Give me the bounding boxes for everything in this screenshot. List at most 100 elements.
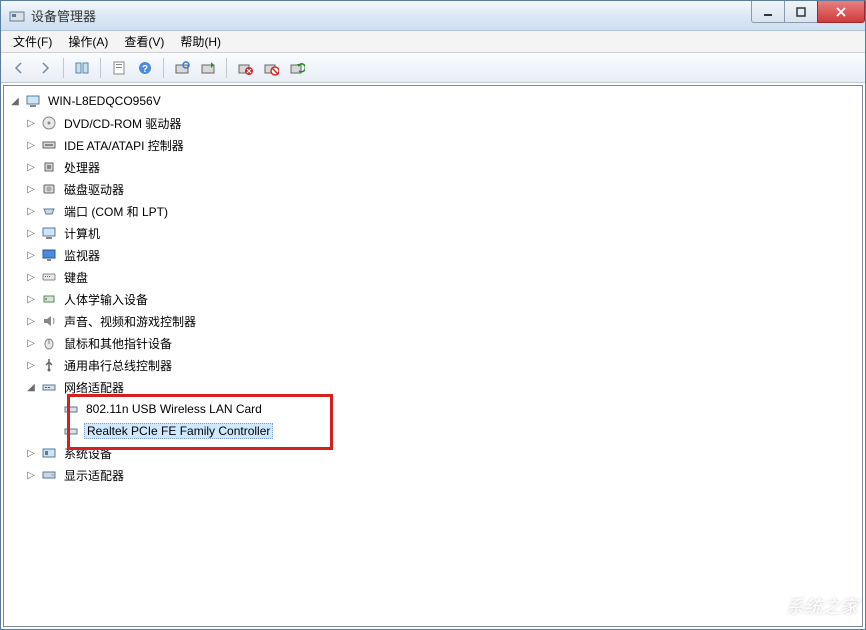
tree-node-display[interactable]: ▷ 显示适配器 xyxy=(6,464,860,486)
monitor-icon xyxy=(40,247,58,263)
tree-node-keyboard[interactable]: ▷ 键盘 xyxy=(6,266,860,288)
menu-action[interactable]: 操作(A) xyxy=(60,31,116,52)
expand-icon[interactable]: ▷ xyxy=(24,446,38,460)
expand-icon[interactable]: ▷ xyxy=(24,116,38,130)
watermark-house-icon xyxy=(744,588,780,624)
tree-node-ide[interactable]: ▷ IDE ATA/ATAPI 控制器 xyxy=(6,134,860,156)
tree-label: DVD/CD-ROM 驱动器 xyxy=(62,114,183,133)
tree-label: 处理器 xyxy=(62,158,102,177)
cpu-icon xyxy=(40,159,58,175)
toolbar-separator xyxy=(63,58,64,78)
tree-node-network[interactable]: ◢ 网络适配器 xyxy=(6,376,860,398)
expand-icon[interactable]: ▷ xyxy=(24,336,38,350)
forward-button[interactable] xyxy=(33,56,57,80)
expand-icon[interactable]: ▷ xyxy=(24,160,38,174)
tree-node-monitor[interactable]: ▷ 监视器 xyxy=(6,244,860,266)
tree-label: 声音、视频和游戏控制器 xyxy=(62,312,198,331)
maximize-button[interactable] xyxy=(784,1,818,23)
disable-button[interactable] xyxy=(259,56,283,80)
tree-label: WIN-L8EDQCO956V xyxy=(46,93,163,109)
tree-label: 人体学输入设备 xyxy=(62,290,150,309)
tree-label: 监视器 xyxy=(62,246,102,265)
tree-label: 网络适配器 xyxy=(62,378,126,397)
menu-view[interactable]: 查看(V) xyxy=(116,31,172,52)
help-button[interactable]: ? xyxy=(133,56,157,80)
tree-label: 计算机 xyxy=(62,224,102,243)
system-icon xyxy=(40,445,58,461)
menu-bar: 文件(F) 操作(A) 查看(V) 帮助(H) xyxy=(1,31,865,53)
back-button[interactable] xyxy=(7,56,31,80)
tree-label: 802.11n USB Wireless LAN Card xyxy=(84,401,264,417)
tree-label: IDE ATA/ATAPI 控制器 xyxy=(62,136,186,155)
uninstall-button[interactable] xyxy=(233,56,257,80)
watermark-text: 系统之家 xyxy=(786,593,858,619)
app-icon xyxy=(9,8,25,24)
title-bar[interactable]: 设备管理器 xyxy=(1,1,865,31)
tree-label: 键盘 xyxy=(62,268,90,287)
hid-icon xyxy=(40,291,58,307)
toolbar-separator xyxy=(226,58,227,78)
sound-icon xyxy=(40,313,58,329)
expand-icon[interactable]: ▷ xyxy=(24,292,38,306)
tree-label: 端口 (COM 和 LPT) xyxy=(62,202,170,221)
expand-icon[interactable]: ▷ xyxy=(24,248,38,262)
computer-icon xyxy=(40,225,58,241)
tree-node-usb[interactable]: ▷ 通用串行总线控制器 xyxy=(6,354,860,376)
keyboard-icon xyxy=(40,269,58,285)
toolbar-separator xyxy=(163,58,164,78)
update-driver-button[interactable] xyxy=(196,56,220,80)
tree-label: 磁盘驱动器 xyxy=(62,180,126,199)
show-hide-console-button[interactable] xyxy=(70,56,94,80)
tree-label: 显示适配器 xyxy=(62,466,126,485)
scan-hardware-button[interactable] xyxy=(170,56,194,80)
usb-icon xyxy=(40,357,58,373)
device-tree: ◢ WIN-L8EDQCO956V ▷ DVD/CD-ROM 驱动器 ▷ xyxy=(6,90,860,486)
network-icon xyxy=(40,379,58,395)
tree-node-sound[interactable]: ▷ 声音、视频和游戏控制器 xyxy=(6,310,860,332)
expand-icon[interactable]: ▷ xyxy=(24,468,38,482)
tree-node-system[interactable]: ▷ 系统设备 xyxy=(6,442,860,464)
window-title: 设备管理器 xyxy=(31,6,96,25)
collapse-icon[interactable]: ◢ xyxy=(8,94,22,108)
mouse-icon xyxy=(40,335,58,351)
collapse-icon[interactable]: ◢ xyxy=(24,380,38,394)
menu-file[interactable]: 文件(F) xyxy=(5,31,60,52)
expand-icon[interactable]: ▷ xyxy=(24,204,38,218)
expand-icon[interactable]: ▷ xyxy=(24,314,38,328)
minimize-button[interactable] xyxy=(751,1,785,23)
tree-node-dvd[interactable]: ▷ DVD/CD-ROM 驱动器 xyxy=(6,112,860,134)
device-manager-window: 设备管理器 文件(F) 操作(A) 查看(V) 帮助(H) ? xyxy=(0,0,866,630)
tree-leaf-wifi-adapter[interactable]: 802.11n USB Wireless LAN Card xyxy=(6,398,860,420)
tree-node-hid[interactable]: ▷ 人体学输入设备 xyxy=(6,288,860,310)
device-tree-pane[interactable]: ◢ WIN-L8EDQCO956V ▷ DVD/CD-ROM 驱动器 ▷ xyxy=(3,85,863,627)
toolbar: ? xyxy=(1,53,865,83)
expand-icon[interactable]: ▷ xyxy=(24,138,38,152)
expand-icon[interactable]: ▷ xyxy=(24,270,38,284)
tree-label: Realtek PCIe FE Family Controller xyxy=(84,423,273,439)
toolbar-separator xyxy=(100,58,101,78)
svg-text:?: ? xyxy=(142,64,148,75)
disk-icon xyxy=(40,181,58,197)
tree-root-computer[interactable]: ◢ WIN-L8EDQCO956V xyxy=(6,90,860,112)
tree-node-ports[interactable]: ▷ 端口 (COM 和 LPT) xyxy=(6,200,860,222)
tree-node-computer[interactable]: ▷ 计算机 xyxy=(6,222,860,244)
tree-label: 鼠标和其他指针设备 xyxy=(62,334,174,353)
close-button[interactable] xyxy=(817,1,865,23)
enable-button[interactable] xyxy=(285,56,309,80)
properties-button[interactable] xyxy=(107,56,131,80)
display-adapter-icon xyxy=(40,467,58,483)
tree-label: 通用串行总线控制器 xyxy=(62,356,174,375)
tree-node-disk[interactable]: ▷ 磁盘驱动器 xyxy=(6,178,860,200)
ide-icon xyxy=(40,137,58,153)
computer-icon xyxy=(24,93,42,109)
menu-help[interactable]: 帮助(H) xyxy=(172,31,229,52)
expand-icon[interactable]: ▷ xyxy=(24,226,38,240)
tree-leaf-realtek-adapter[interactable]: Realtek PCIe FE Family Controller xyxy=(6,420,860,442)
ports-icon xyxy=(40,203,58,219)
expand-icon[interactable]: ▷ xyxy=(24,358,38,372)
expand-icon[interactable]: ▷ xyxy=(24,182,38,196)
tree-node-cpu[interactable]: ▷ 处理器 xyxy=(6,156,860,178)
network-adapter-icon xyxy=(62,423,80,439)
tree-node-mouse[interactable]: ▷ 鼠标和其他指针设备 xyxy=(6,332,860,354)
network-adapter-icon xyxy=(62,401,80,417)
